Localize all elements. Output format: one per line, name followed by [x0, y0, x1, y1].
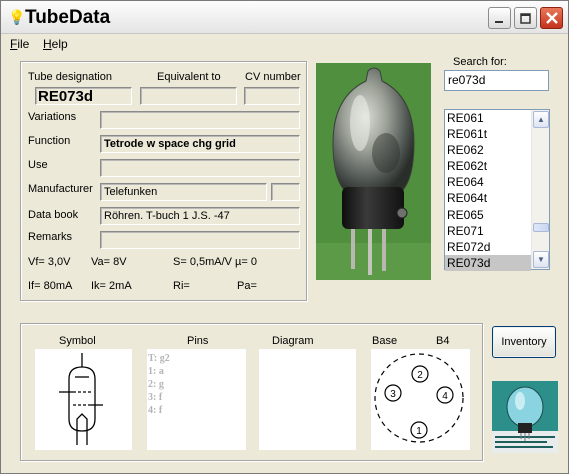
minimize-button[interactable] [488, 7, 511, 29]
tube-listbox[interactable]: RE061 RE061t RE062 RE062t RE064 RE064t R… [444, 109, 550, 271]
app-window: 💡 TubeData File Help Tube designation Eq… [0, 0, 569, 474]
function-label: Function [28, 135, 71, 147]
base-panel: 1 2 3 4 [371, 349, 470, 450]
base-pin-1: 1 [416, 426, 422, 437]
tube-photo [316, 63, 431, 280]
list-item[interactable]: RE064t [445, 190, 531, 206]
list-item-selected[interactable]: RE073d [445, 254, 531, 271]
minimize-icon [495, 20, 503, 23]
pin-item: 1: a [148, 366, 164, 377]
remarks-label: Remarks [28, 231, 73, 243]
pin-item: 4: f [148, 405, 163, 416]
list-scrollbar[interactable]: ▲ ▼ [531, 110, 549, 269]
tetrode-symbol-icon [59, 353, 103, 445]
param-mu: µ= 0 [235, 256, 257, 268]
symbol-panel [35, 349, 132, 450]
menu-file[interactable]: File [10, 37, 29, 51]
diagram-label: Diagram [272, 335, 314, 347]
chevron-down-icon: ▼ [537, 255, 545, 264]
databook-label: Data book [28, 209, 79, 221]
pin-item: T: g2 [148, 353, 170, 364]
close-icon [545, 12, 558, 24]
variations-label: Variations [28, 111, 77, 123]
menu-bar: File Help [1, 34, 568, 53]
list-item[interactable]: RE072d [445, 239, 531, 255]
base-pin-4: 4 [442, 391, 448, 402]
scroll-thumb[interactable] [533, 223, 549, 232]
use-field[interactable] [100, 159, 300, 177]
list-item[interactable]: RE062t [445, 158, 531, 174]
tube-logo-icon [492, 381, 558, 453]
param-va: Va= 8V [91, 256, 127, 268]
search-input[interactable]: re073d [444, 70, 549, 91]
list-item[interactable]: RE062 [445, 142, 531, 158]
manufacturer-extra-field[interactable] [271, 183, 300, 201]
scroll-up-button[interactable]: ▲ [533, 111, 549, 128]
list-item[interactable]: RE064 [445, 174, 531, 190]
tube-designation-field[interactable]: RE073d [35, 87, 132, 105]
pin-item: 2: g [148, 379, 164, 390]
pins-panel: T: g2 1: a 2: g 3: f 4: f [147, 349, 246, 450]
param-s: S= 0,5mA/V [173, 256, 233, 268]
base-pin-2: 2 [417, 370, 423, 381]
equivalent-field[interactable] [140, 87, 237, 105]
manufacturer-label: Manufacturer [28, 183, 93, 195]
remarks-field[interactable] [100, 231, 300, 249]
vacuum-tube-image [316, 63, 431, 280]
param-pa: Pa= [237, 280, 257, 292]
base-pinout-diagram: 1 2 3 4 [374, 353, 464, 443]
list-item[interactable]: RE061t [445, 126, 531, 142]
scroll-down-button[interactable]: ▼ [533, 251, 549, 268]
param-vf: Vf= 3,0V [28, 256, 71, 268]
use-label: Use [28, 159, 48, 171]
window-title: TubeData [25, 7, 111, 28]
param-ri: Ri= [173, 280, 190, 292]
cv-number-label: CV number [245, 71, 301, 83]
title-bar[interactable]: 💡 TubeData [1, 1, 568, 34]
inventory-button[interactable]: Inventory [492, 326, 556, 358]
variations-field[interactable] [100, 111, 300, 129]
databook-field[interactable]: Röhren. T-buch 1 J.S. -47 [100, 207, 300, 225]
base-type-label: B4 [436, 335, 450, 347]
param-ik: Ik= 2mA [91, 280, 132, 292]
bulb-icon: 💡 [8, 9, 26, 25]
maximize-icon [520, 12, 531, 24]
app-logo [492, 381, 558, 453]
chevron-up-icon: ▲ [537, 115, 545, 124]
close-button[interactable] [540, 7, 563, 29]
maximize-button[interactable] [514, 7, 537, 29]
base-label: Base [372, 335, 398, 347]
menu-help[interactable]: Help [43, 37, 68, 51]
cv-number-field[interactable] [244, 87, 300, 105]
symbol-label: Symbol [59, 335, 96, 347]
diagram-panel [259, 349, 356, 450]
equivalent-label: Equivalent to [157, 71, 221, 83]
list-item[interactable]: RE065 [445, 207, 531, 223]
param-if: If= 80mA [28, 280, 73, 292]
tube-designation-label: Tube designation [28, 71, 112, 83]
search-label: Search for: [453, 56, 507, 68]
base-pin-3: 3 [390, 389, 396, 400]
pins-label: Pins [187, 335, 209, 347]
list-item[interactable]: RE061 [445, 110, 531, 126]
function-field[interactable]: Tetrode w space chg grid [100, 135, 300, 153]
tube-list: RE061 RE061t RE062 RE062t RE064 RE064t R… [445, 110, 531, 271]
pin-item: 3: f [148, 392, 163, 403]
manufacturer-field[interactable]: Telefunken [100, 183, 267, 201]
list-item[interactable]: RE071 [445, 223, 531, 239]
